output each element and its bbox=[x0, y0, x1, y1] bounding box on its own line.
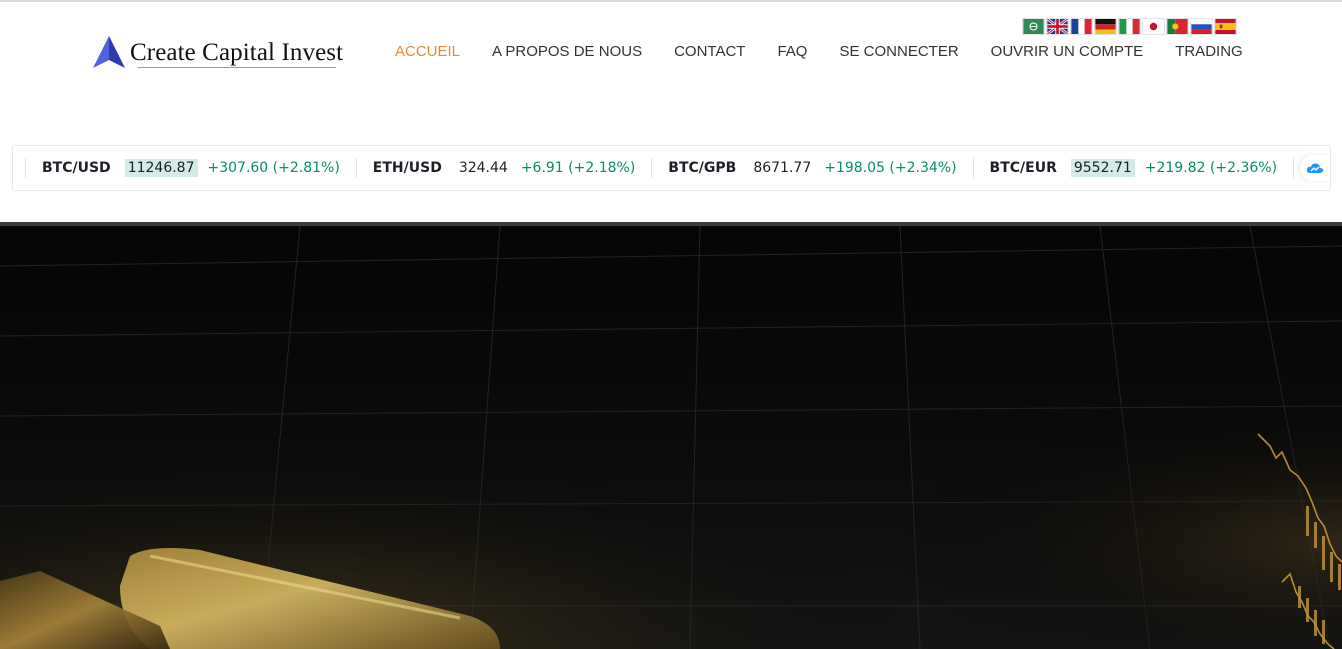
italy-flag-icon[interactable] bbox=[1118, 18, 1141, 35]
ticker-item-btc-eur[interactable]: BTC/EUR 9552.71 +219.82 (+2.36%) bbox=[974, 159, 1294, 177]
ticker-price: 324.44 bbox=[458, 160, 508, 176]
ticker-track: BTC/USD 11246.87 +307.60 (+2.81%) ETH/US… bbox=[25, 146, 1330, 190]
ticker-symbol: BTC/GPB bbox=[668, 160, 737, 176]
arabic-flag-icon[interactable] bbox=[1022, 18, 1045, 35]
nav-contact[interactable]: CONTACT bbox=[658, 42, 761, 62]
hero-gold-chart-image bbox=[0, 226, 1342, 649]
ticker-change: +219.82 (+2.36%) bbox=[1144, 160, 1278, 176]
france-flag-icon[interactable] bbox=[1070, 18, 1093, 35]
ticker-item-eth-usd[interactable]: ETH/USD 324.44 +6.91 (+2.18%) bbox=[357, 159, 652, 177]
price-ticker[interactable]: BTC/USD 11246.87 +307.60 (+2.81%) ETH/US… bbox=[12, 145, 1331, 191]
germany-flag-icon[interactable] bbox=[1094, 18, 1117, 35]
nav-ouvrir-un-compte[interactable]: OUVRIR UN COMPTE bbox=[975, 42, 1160, 62]
ticker-symbol: ETH/USD bbox=[372, 160, 442, 176]
brand-underline bbox=[138, 67, 336, 68]
russia-flag-icon[interactable] bbox=[1190, 18, 1213, 35]
ticker-change: +198.05 (+2.34%) bbox=[824, 160, 957, 176]
language-switcher bbox=[1022, 18, 1237, 35]
ticker-symbol: BTC/EUR bbox=[989, 160, 1057, 176]
triangle-logo-icon bbox=[93, 36, 125, 68]
uk-flag-icon[interactable] bbox=[1046, 18, 1069, 35]
ticker-item-btc-gpb[interactable]: BTC/GPB 8671.77 +198.05 (+2.34%) bbox=[652, 159, 972, 177]
ticker-widget-logo[interactable] bbox=[1300, 155, 1330, 181]
ticker-symbol: BTC/USD bbox=[42, 160, 111, 176]
ticker-price: 8671.77 bbox=[753, 160, 812, 176]
brand-name: Create Capital Invest bbox=[130, 38, 344, 66]
ticker-change: +6.91 (+2.18%) bbox=[520, 160, 636, 176]
ticker-price: 11246.87 bbox=[124, 159, 198, 177]
portugal-flag-icon[interactable] bbox=[1166, 18, 1189, 35]
japan-flag-icon[interactable] bbox=[1142, 18, 1165, 35]
brand-logo[interactable]: Create Capital Invest bbox=[92, 32, 343, 72]
nav-trading[interactable]: TRADING bbox=[1159, 42, 1259, 62]
main-nav: ACCUEIL A PROPOS DE NOUS CONTACT FAQ SE … bbox=[379, 42, 1259, 62]
ticker-price: 9552.71 bbox=[1070, 159, 1135, 177]
site-header: Create Capital Invest ACCUEIL A PROPOS D… bbox=[0, 2, 1342, 222]
nav-accueil[interactable]: ACCUEIL bbox=[379, 42, 476, 62]
cloud-logo-icon bbox=[1306, 163, 1324, 173]
ticker-item-btc-usd[interactable]: BTC/USD 11246.87 +307.60 (+2.81%) bbox=[26, 159, 356, 177]
nav-se-connecter[interactable]: SE CONNECTER bbox=[823, 42, 974, 62]
hero-banner bbox=[0, 226, 1342, 649]
ticker-change: +307.60 (+2.81%) bbox=[207, 160, 340, 176]
nav-faq[interactable]: FAQ bbox=[761, 42, 823, 62]
nav-a-propos[interactable]: A PROPOS DE NOUS bbox=[476, 42, 658, 62]
spain-flag-icon[interactable] bbox=[1214, 18, 1237, 35]
